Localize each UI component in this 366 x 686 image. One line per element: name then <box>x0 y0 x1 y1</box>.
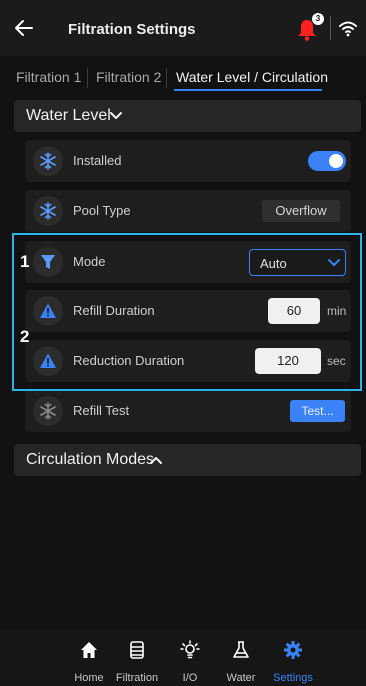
row-label: Pool Type <box>73 203 131 218</box>
installed-row: Installed <box>25 140 351 182</box>
chevron-down-icon <box>110 112 122 119</box>
page-title: Filtration Settings <box>68 21 196 38</box>
nav-label: Filtration <box>115 672 159 684</box>
chevron-up-icon <box>150 457 162 464</box>
pool-type-button[interactable]: Overflow <box>262 200 340 222</box>
installed-toggle[interactable] <box>308 151 346 171</box>
refill-test-button[interactable]: Test... <box>290 400 345 422</box>
row-label: Refill Test <box>73 403 130 418</box>
notification-count-badge: 3 <box>312 13 324 25</box>
bottom-navigation: Home Filtration I/O Water Settings <box>0 630 366 686</box>
active-tab-indicator <box>174 89 322 91</box>
header-divider <box>330 16 331 40</box>
lightbulb-icon <box>180 640 200 659</box>
snowflake-icon <box>33 196 63 226</box>
annotation-marker-1: 1 <box>20 252 30 271</box>
toggle-knob <box>329 154 343 168</box>
nav-label: Home <box>74 672 104 684</box>
arrow-left-icon[interactable] <box>13 17 35 39</box>
snowflake-icon <box>33 396 63 426</box>
filtration-icon <box>130 641 144 659</box>
nav-io[interactable]: I/O <box>164 630 216 686</box>
refill-test-row: Refill Test Test... <box>25 390 351 432</box>
row-label: Installed <box>73 153 122 168</box>
app-header: Filtration Settings 3 <box>0 0 366 56</box>
tab-filtration-1[interactable]: Filtration 1 <box>16 69 81 85</box>
annotation-marker-2: 2 <box>20 327 30 346</box>
tab-water-level-circulation[interactable]: Water Level / Circulation <box>176 69 328 85</box>
nav-settings[interactable]: Settings <box>267 630 319 686</box>
home-icon <box>81 642 97 658</box>
circulation-modes-section-header[interactable]: Circulation Modes <box>14 444 361 476</box>
nav-filtration[interactable]: Filtration <box>111 630 163 686</box>
section-title: Circulation Modes <box>26 451 155 468</box>
gear-icon <box>284 641 302 659</box>
nav-label: Water <box>226 672 256 684</box>
nav-label: Settings <box>273 672 313 684</box>
section-title: Water Level <box>26 107 111 124</box>
tab-divider <box>87 68 88 88</box>
nav-label: I/O <box>182 672 198 684</box>
water-level-section-header[interactable]: Water Level <box>14 100 361 132</box>
flask-icon <box>233 641 249 658</box>
nav-water[interactable]: Water <box>215 630 267 686</box>
wifi-icon[interactable] <box>338 18 358 38</box>
tab-filtration-2[interactable]: Filtration 2 <box>96 69 161 85</box>
tab-divider <box>166 68 167 88</box>
snowflake-icon <box>33 146 63 176</box>
nav-home[interactable]: Home <box>63 630 115 686</box>
annotation-highlight-box <box>12 233 362 391</box>
pool-type-row: Pool Type Overflow <box>25 190 351 232</box>
